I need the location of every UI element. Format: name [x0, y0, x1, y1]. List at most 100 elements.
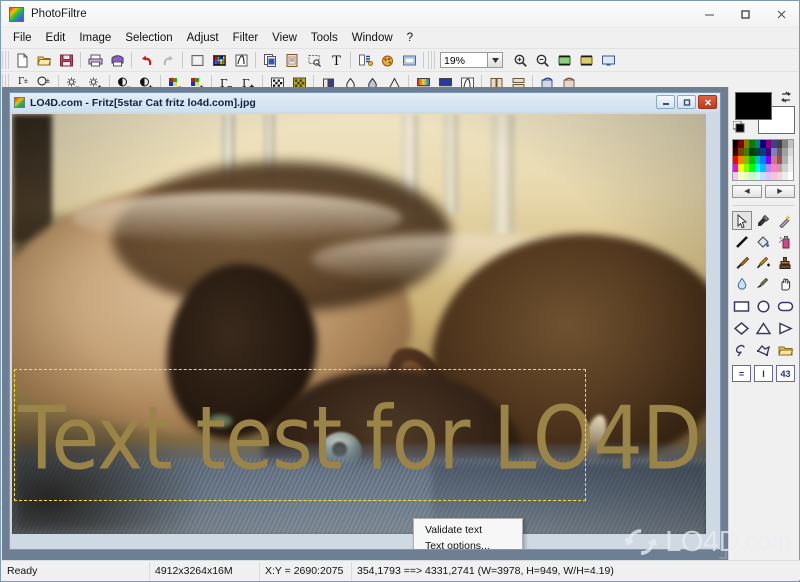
- zoom-toolbar-grip[interactable]: [428, 51, 435, 69]
- status-cursor: X:Y = 2690:2075: [260, 561, 352, 580]
- full-screen-icon[interactable]: [597, 50, 619, 70]
- numeric-box[interactable]: 43: [776, 365, 795, 382]
- hand-tool[interactable]: [775, 274, 795, 293]
- minimize-icon[interactable]: [691, 1, 727, 27]
- svg-text:T: T: [332, 54, 341, 68]
- menu-edit[interactable]: Edit: [39, 30, 73, 46]
- transparency-icon[interactable]: [230, 50, 252, 70]
- toolbar-separator: [423, 52, 424, 68]
- tool-grid: [732, 211, 795, 293]
- spray-can-tool[interactable]: [775, 232, 795, 251]
- menu-text-options[interactable]: Text options...: [414, 538, 522, 549]
- color-palette-icon[interactable]: [208, 50, 230, 70]
- toolbar-separator: [131, 52, 132, 68]
- main-toolbar: T 19%: [1, 48, 799, 71]
- palette-next-button[interactable]: ▶: [765, 185, 795, 198]
- menu-file[interactable]: File: [6, 30, 39, 46]
- lasso-shape[interactable]: [732, 341, 751, 360]
- print-icon[interactable]: [84, 50, 106, 70]
- palette-prev-button[interactable]: ◀: [732, 185, 762, 198]
- paintbrush-tool[interactable]: [732, 253, 752, 272]
- select-arrow-tool[interactable]: [732, 211, 752, 230]
- default-colors-icon[interactable]: [732, 120, 746, 134]
- palette-swatch[interactable]: [787, 148, 793, 156]
- clone-stamp-tool[interactable]: [775, 253, 795, 272]
- maximize-icon[interactable]: [727, 1, 763, 27]
- close-icon[interactable]: [763, 1, 799, 27]
- diamond-shape[interactable]: [732, 319, 751, 338]
- foreground-color-swatch[interactable]: [735, 92, 772, 120]
- palette-swatch[interactable]: [787, 164, 793, 172]
- tool-dock: ◀ ▶ = I 43: [728, 87, 798, 560]
- menu-filter[interactable]: Filter: [226, 30, 266, 46]
- swap-colors-icon[interactable]: [779, 90, 793, 104]
- menu-bar: File Edit Image Selection Adjust Filter …: [1, 28, 799, 48]
- module-icon[interactable]: [398, 50, 420, 70]
- menu-validate-text[interactable]: Validate text: [414, 522, 522, 538]
- chevron-down-icon[interactable]: [488, 52, 503, 68]
- copy-shape-icon[interactable]: [259, 50, 281, 70]
- doc-minimize-icon[interactable]: [656, 95, 675, 109]
- zoom-in-icon[interactable]: [509, 50, 531, 70]
- doc-restore-icon[interactable]: [677, 95, 696, 109]
- line-tool[interactable]: [732, 232, 752, 251]
- redo-icon[interactable]: [157, 50, 179, 70]
- zoom-control[interactable]: 19%: [440, 52, 503, 68]
- toolbar-separator: [80, 52, 81, 68]
- text-box[interactable]: I: [754, 365, 773, 382]
- menu-help[interactable]: ?: [400, 30, 420, 46]
- menu-view[interactable]: View: [265, 30, 304, 46]
- svg-text:±: ±: [46, 78, 50, 85]
- palette-swatch[interactable]: [787, 156, 793, 164]
- open-file-icon[interactable]: [33, 50, 55, 70]
- toolbar-grip[interactable]: [2, 51, 9, 69]
- resize-grip[interactable]: [715, 547, 727, 559]
- fit-width-icon[interactable]: [553, 50, 575, 70]
- new-file-icon[interactable]: [11, 50, 33, 70]
- advanced-brush-tool[interactable]: [754, 253, 774, 272]
- rectangle-shape[interactable]: [732, 297, 751, 316]
- palette-swatch[interactable]: [787, 172, 793, 180]
- text-overlay[interactable]: Text test for LO4D.com: [18, 362, 706, 519]
- text-context-menu[interactable]: Validate text Text options... Transform …: [413, 518, 523, 549]
- magic-wand-tool[interactable]: [775, 211, 795, 230]
- waterdrop-blur-tool[interactable]: [732, 274, 752, 293]
- menu-window[interactable]: Window: [345, 30, 400, 46]
- menu-image[interactable]: Image: [72, 30, 118, 46]
- undo-icon[interactable]: [135, 50, 157, 70]
- image-size-icon[interactable]: [186, 50, 208, 70]
- rounded-rectangle-shape[interactable]: [776, 297, 795, 316]
- align-box[interactable]: =: [732, 365, 751, 382]
- photo-image[interactable]: Text test for LO4D.com: [12, 114, 706, 534]
- menu-selection[interactable]: Selection: [118, 30, 179, 46]
- polygon-shape[interactable]: [754, 341, 773, 360]
- zoom-input[interactable]: 19%: [440, 52, 488, 68]
- doc-close-icon[interactable]: [698, 95, 717, 109]
- right-triangle-shape[interactable]: [776, 319, 795, 338]
- document-title-bar: LO4D.com - Fritz[5star Cat fritz lo4d.co…: [10, 93, 720, 112]
- document-canvas[interactable]: Text test for LO4D.com Validate text Tex…: [10, 112, 720, 549]
- effects-icon[interactable]: [376, 50, 398, 70]
- print-preview-icon[interactable]: [106, 50, 128, 70]
- open-shape-folder[interactable]: [776, 341, 795, 360]
- save-file-icon[interactable]: [55, 50, 77, 70]
- ellipse-shape[interactable]: [754, 297, 773, 316]
- paint-bucket-tool[interactable]: [754, 232, 774, 251]
- eyedropper-tool[interactable]: [754, 211, 774, 230]
- color-selector: [732, 90, 795, 136]
- toolbar-separator: [350, 52, 351, 68]
- batch-icon[interactable]: [354, 50, 376, 70]
- fit-screen-icon[interactable]: [575, 50, 597, 70]
- crop-icon[interactable]: [303, 50, 325, 70]
- zoom-out-icon[interactable]: [531, 50, 553, 70]
- smudge-tool[interactable]: [754, 274, 774, 293]
- toolbar-separator: [182, 52, 183, 68]
- paste-shape-icon[interactable]: [281, 50, 303, 70]
- menu-adjust[interactable]: Adjust: [180, 30, 226, 46]
- triangle-shape[interactable]: [754, 319, 773, 338]
- text-tool-icon[interactable]: T: [325, 50, 347, 70]
- color-palette-grid[interactable]: [732, 139, 794, 181]
- menu-tools[interactable]: Tools: [304, 30, 345, 46]
- status-ready: Ready: [2, 561, 150, 580]
- palette-swatch[interactable]: [787, 140, 793, 148]
